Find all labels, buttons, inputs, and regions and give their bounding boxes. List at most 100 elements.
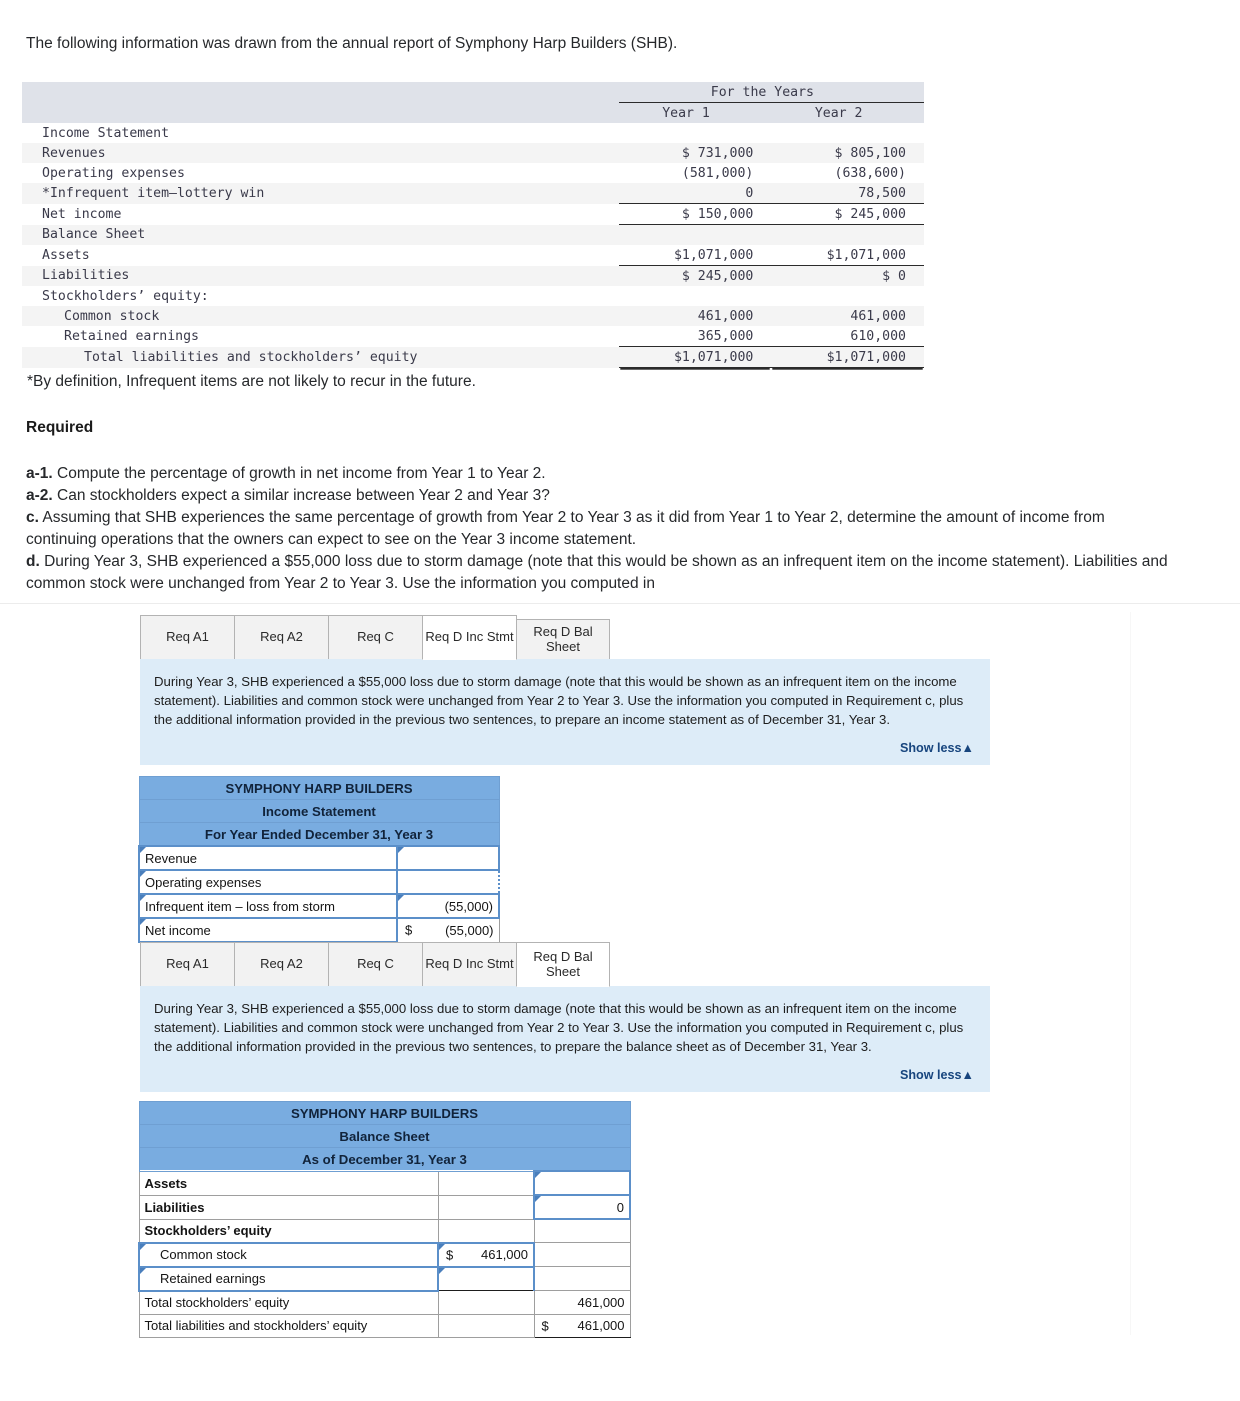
row-label: Infrequent item – loss from storm (145, 898, 336, 914)
balance-sheet-row-total-liab-se: Total liabilities and stockholders’ equi… (138, 1313, 631, 1338)
income-statement-title-row-2: Income Statement (138, 799, 500, 823)
row-label: Revenues (42, 145, 106, 161)
total-se-mid-cell (437, 1290, 535, 1315)
requirement-text: During Year 3, SHB experienced a $55,000… (26, 553, 1168, 592)
row-year1: $1,071,000 (618, 346, 772, 368)
revenue-label-input[interactable]: Revenue (138, 845, 398, 871)
total-se-amount: 461,000 (533, 1290, 631, 1315)
tab-req-a1[interactable]: Req A1 (140, 615, 235, 660)
income-statement-row-operating-expenses: Operating expenses (138, 869, 501, 895)
retained-earnings-label-input[interactable]: Retained earnings (138, 1265, 439, 1292)
tab-label: Req C (357, 956, 394, 972)
row-label: Retained earnings (64, 328, 199, 344)
row-label: Total liabilities and stockholders’ equi… (84, 349, 418, 365)
stockholders-equity-label: Stockholders’ equity (138, 1218, 439, 1243)
row-year2 (771, 286, 924, 306)
col-header-year1: Year 1 (662, 105, 710, 121)
row-year2: $ 245,000 (771, 203, 924, 225)
cell-flag-icon (440, 1268, 445, 1274)
table-row: Total liabilities and stockholders’ equi… (22, 346, 924, 368)
balance-sheet-row-stockholders-equity: Stockholders’ equity (138, 1218, 631, 1243)
table-row: Balance Sheet (22, 224, 924, 246)
row-year1: 0 (618, 183, 772, 204)
cell-flag-icon (141, 896, 146, 901)
company-name-header: SYMPHONY HARP BUILDERS (138, 776, 500, 800)
infrequent-item-amount-input[interactable]: (55,000) (395, 893, 501, 919)
operating-expenses-label-input[interactable]: Operating expenses (138, 869, 398, 895)
requirement-a1: a-1. Compute the percentage of growth in… (26, 463, 1174, 485)
show-less-link-balance[interactable]: Show less▲ (154, 1068, 974, 1082)
tab-req-a1-2[interactable]: Req A1 (140, 942, 235, 987)
row-label: Revenue (145, 850, 198, 866)
table-row: Liabilities $ 245,000 $ 0 (22, 265, 924, 286)
row-label: Common stock (160, 1247, 247, 1262)
table-row: Net income $ 150,000 $ 245,000 (22, 203, 924, 225)
requirements-list: a-1. Compute the percentage of growth in… (26, 463, 1174, 595)
tab-req-d-inc-stmt-2[interactable]: Req D Inc Stmt (422, 942, 517, 987)
assets-amount-input[interactable] (532, 1170, 632, 1196)
tab-req-a2-2[interactable]: Req A2 (234, 942, 329, 987)
cell-flag-icon (141, 848, 146, 853)
tab-req-d-bal-sheet-2[interactable]: Req D Bal Sheet (516, 942, 610, 987)
row-year1: $ 245,000 (681, 268, 754, 284)
income-statement-title-row-3: For Year Ended December 31, Year 3 (138, 822, 500, 847)
instructions-text: During Year 3, SHB experienced a $55,000… (154, 674, 964, 727)
cell-flag-icon (440, 1244, 445, 1250)
total-se-label: Total stockholders’ equity (138, 1290, 439, 1315)
col-header-year2: Year 2 (814, 105, 863, 121)
row-year1: 461,000 (697, 308, 754, 324)
row-year2: $ 805,100 (834, 145, 906, 161)
requirement-text: Assuming that SHB experiences the same p… (26, 509, 1105, 548)
tab-label: Req D Bal Sheet (533, 623, 593, 654)
common-stock-label-input[interactable]: Common stock (138, 1241, 439, 1268)
se-right-cell (533, 1218, 631, 1243)
row-year2 (771, 225, 924, 246)
infrequent-item-label-input[interactable]: Infrequent item – loss from storm (138, 893, 398, 919)
row-year2: 78,500 (771, 183, 924, 204)
balance-sheet-row-common-stock: Common stock $461,000 (138, 1241, 631, 1268)
company-name-header: SYMPHONY HARP BUILDERS (138, 1101, 631, 1125)
row-year1 (619, 286, 772, 306)
liabilities-amount-input[interactable]: 0 (532, 1194, 632, 1220)
tab-label: Req C (357, 629, 394, 645)
tab-req-a2[interactable]: Req A2 (234, 615, 329, 660)
row-year1: 365,000 (618, 326, 772, 347)
row-year2: $ 0 (882, 268, 906, 284)
net-income-label-input[interactable]: Net income (138, 917, 398, 943)
row-label: Net income (42, 206, 122, 222)
tab-req-d-bal-sheet[interactable]: Req D Bal Sheet (516, 619, 610, 660)
tab-req-c[interactable]: Req C (328, 615, 423, 660)
currency-symbol: $ (446, 1247, 454, 1262)
balance-sheet-form: SYMPHONY HARP BUILDERS Balance Sheet As … (138, 1101, 632, 1338)
table-row: Retained earnings 365,000 610,000 (22, 326, 924, 347)
table-row: Revenues $ 731,000 $ 805,100 (22, 143, 924, 163)
row-year2: 610,000 (771, 326, 924, 347)
revenue-amount-input[interactable] (395, 845, 501, 871)
for-the-years-header: For the Years (618, 82, 924, 103)
show-less-link-income[interactable]: Show less▲ (154, 741, 974, 755)
row-year1: $ 150,000 (618, 203, 772, 225)
requirement-tag: a-1. (26, 465, 53, 482)
operating-expenses-amount-input[interactable] (395, 869, 501, 895)
cell-flag-icon (141, 920, 146, 925)
instructions-panel-income-statement: During Year 3, SHB experienced a $55,000… (140, 659, 990, 765)
balance-sheet-title-row-2: Balance Sheet (138, 1124, 631, 1148)
currency-symbol: $ (541, 1318, 549, 1333)
net-income-amount: $ (55,000) (396, 917, 500, 943)
requirement-tag: c. (26, 509, 39, 526)
row-label: Balance Sheet (42, 227, 146, 243)
annual-report-table: For the Years Year 1 Year 2 Income State… (22, 82, 924, 368)
row-value: (55,000) (444, 898, 494, 914)
problem-intro-text: The following information was drawn from… (26, 35, 678, 52)
retained-earnings-amount-input[interactable] (437, 1265, 535, 1291)
row-value: 0 (616, 1199, 625, 1215)
tab-req-d-inc-stmt[interactable]: Req D Inc Stmt (422, 615, 517, 660)
tab-label: Req D Bal Sheet (533, 948, 593, 979)
common-stock-amount-input[interactable]: $461,000 (437, 1241, 535, 1268)
tab-label: Req A1 (166, 629, 209, 645)
row-label: Income Statement (42, 125, 170, 141)
spacer-cell-2 (22, 103, 619, 124)
tab-req-c-2[interactable]: Req C (328, 942, 423, 987)
statement-type-header: Income Statement (138, 799, 500, 823)
requirement-d: d. During Year 3, SHB experienced a $55,… (26, 551, 1174, 595)
